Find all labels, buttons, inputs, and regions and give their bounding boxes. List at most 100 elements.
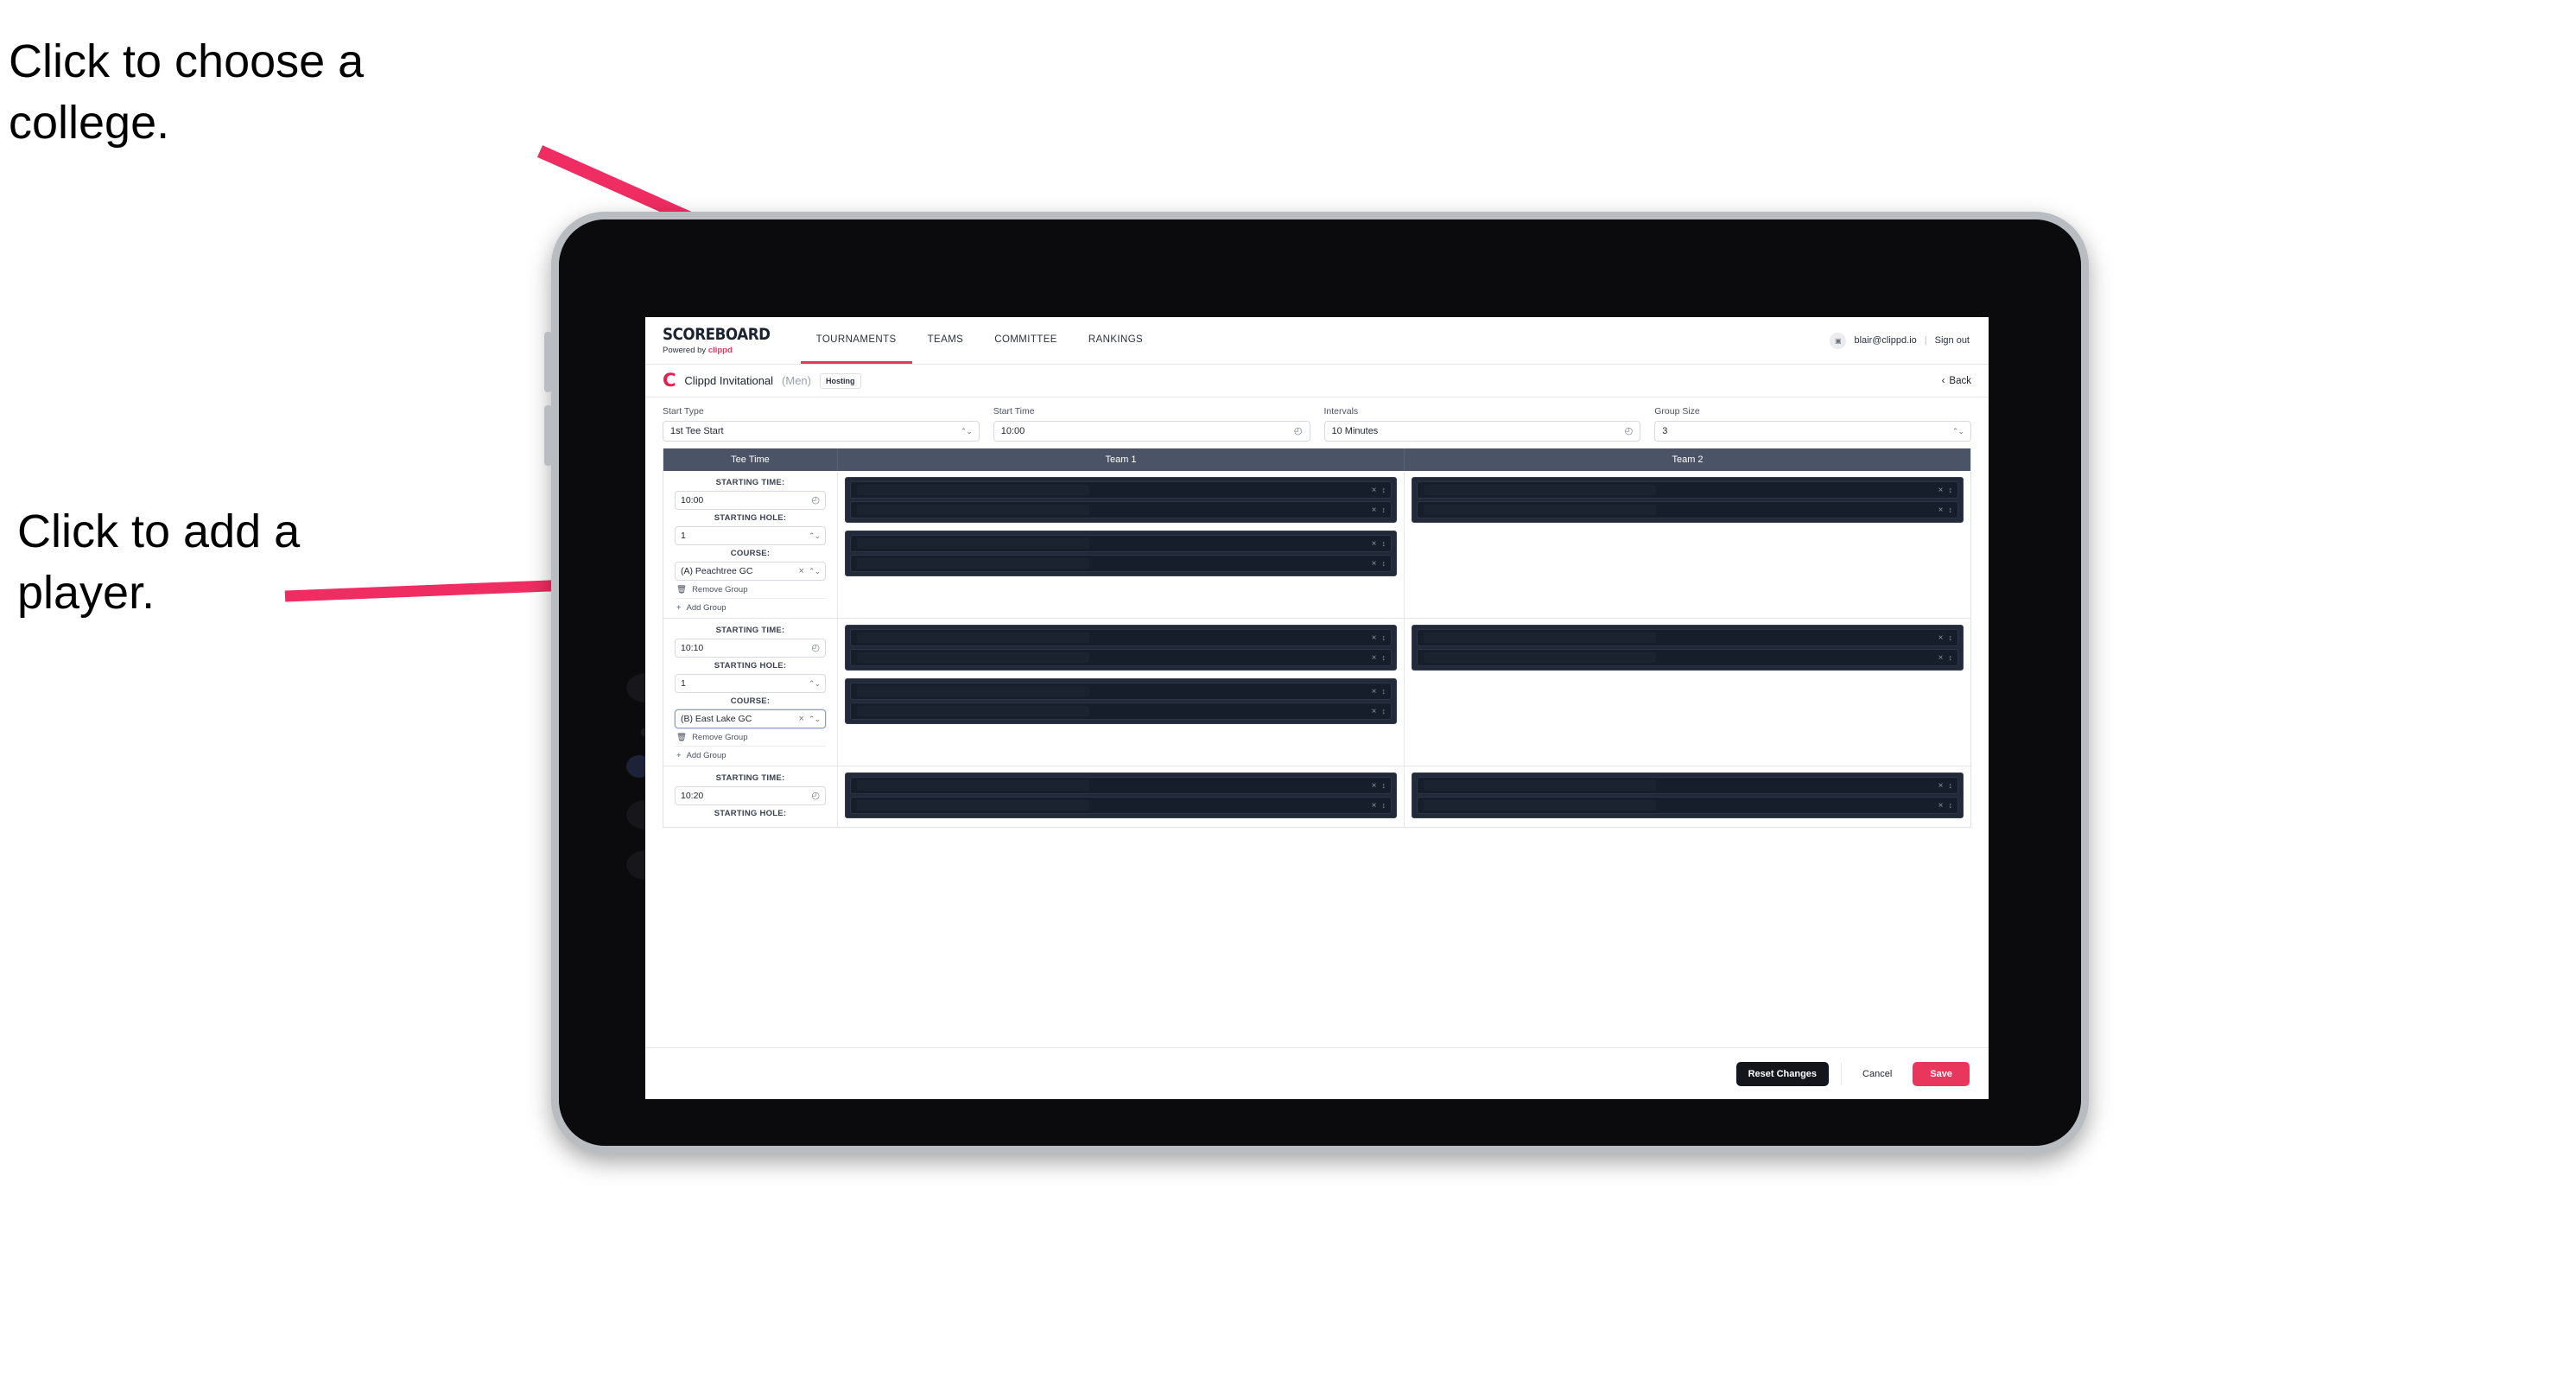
scoreboard-app: SCOREBOARD Powered by clippd TOURNAMENTS… — [645, 317, 1989, 1099]
nav-tab-tournaments[interactable]: TOURNAMENTS — [800, 317, 912, 364]
chevron-updown-icon: ↕ — [1381, 539, 1386, 548]
clock-icon: ◴ — [811, 790, 820, 801]
clear-icon[interactable]: × — [1938, 781, 1944, 791]
clear-icon[interactable]: × — [1938, 505, 1944, 515]
player-slot[interactable]: × ↕ — [850, 703, 1392, 720]
player-slot[interactable]: × ↕ — [1417, 481, 1958, 499]
select-course[interactable]: (B) East Lake GC × ⌃⌄ — [675, 709, 826, 728]
player-slot[interactable]: × ↕ — [1417, 797, 1958, 814]
clear-icon[interactable]: × — [1938, 801, 1944, 811]
input-intervals[interactable]: 10 Minutes ◴ — [1323, 421, 1641, 442]
player-slot[interactable]: × ↕ — [850, 683, 1392, 700]
device-volume-button-down[interactable] — [544, 405, 552, 466]
clear-icon[interactable]: × — [1372, 505, 1377, 515]
clear-icon[interactable]: × — [1372, 653, 1377, 663]
add-group-button[interactable]: + Add Group — [675, 746, 826, 760]
select-course[interactable]: (A) Peachtree GC × ⌃⌄ — [675, 562, 826, 581]
player-group: × ↕ × ↕ — [845, 531, 1397, 576]
player-slot[interactable]: × ↕ — [850, 555, 1392, 572]
chevron-updown-icon: ⌃⌄ — [1951, 426, 1964, 436]
player-slot[interactable]: × ↕ — [1417, 777, 1958, 794]
tablet-screen-bezel: SCOREBOARD Powered by clippd TOURNAMENTS… — [559, 219, 2081, 1146]
annotation-add-player: Click to add a player. — [17, 505, 301, 620]
tournament-name: Clippd Invitational — [684, 374, 774, 387]
player-name-redacted — [857, 538, 1089, 549]
select-group-size[interactable]: 3 ⌃⌄ — [1654, 421, 1971, 442]
clock-icon: ◴ — [1624, 425, 1634, 436]
clear-icon[interactable]: × — [1938, 653, 1944, 663]
table-row: STARTING TIME: 10:00 ◴ STARTING HOLE: 1 … — [663, 471, 1970, 619]
player-slot[interactable]: × ↕ — [1417, 649, 1958, 666]
chevron-updown-icon: ↕ — [1381, 559, 1386, 568]
table-row: STARTING TIME: 10:20 ◴ STARTING HOLE: × ↕… — [663, 766, 1970, 827]
clear-icon[interactable]: × — [1372, 633, 1377, 643]
input-starting-time[interactable]: 10:10 ◴ — [675, 639, 826, 658]
value-starting-time: 10:00 — [681, 495, 704, 505]
avatar[interactable]: ▣ — [1830, 332, 1847, 349]
player-slot[interactable]: × ↕ — [850, 649, 1392, 666]
clear-icon[interactable]: × — [1372, 801, 1377, 811]
input-start-time[interactable]: 10:00 ◴ — [993, 421, 1310, 442]
chevron-updown-icon: ↕ — [1381, 486, 1386, 494]
player-slot[interactable]: × ↕ — [850, 777, 1392, 794]
player-slot[interactable]: × ↕ — [850, 481, 1392, 499]
select-start-type[interactable]: 1st Tee Start ⌃⌄ — [663, 421, 980, 442]
player-slot[interactable]: × ↕ — [1417, 629, 1958, 646]
cancel-button[interactable]: Cancel — [1854, 1062, 1900, 1086]
nav-tab-committee[interactable]: COMMITTEE — [979, 317, 1073, 364]
clear-icon[interactable]: × — [798, 714, 803, 724]
trash-icon: 🗑 — [676, 585, 688, 594]
select-starting-hole[interactable]: 1 ⌃⌄ — [675, 674, 826, 693]
nav-tab-teams[interactable]: TEAMS — [912, 317, 980, 364]
clear-icon[interactable]: × — [1372, 707, 1377, 716]
label-starting-time: STARTING TIME: — [715, 773, 785, 783]
remove-group-button[interactable]: 🗑 Remove Group — [675, 581, 826, 594]
clear-icon[interactable]: × — [1372, 781, 1377, 791]
chevron-updown-icon: ↕ — [1948, 505, 1952, 514]
clear-icon[interactable]: × — [1372, 687, 1377, 696]
chevron-updown-icon: ↕ — [1948, 633, 1952, 642]
player-name-redacted — [857, 558, 1089, 569]
clear-icon[interactable]: × — [1372, 539, 1377, 549]
chevron-updown-icon: ⌃⌄ — [960, 426, 973, 436]
value-course: (A) Peachtree GC — [681, 566, 753, 576]
reset-changes-button[interactable]: Reset Changes — [1735, 1061, 1830, 1086]
nav-tab-rankings[interactable]: RANKINGS — [1073, 317, 1158, 364]
clear-icon[interactable]: × — [1938, 633, 1944, 643]
add-group-label: Add Group — [686, 751, 726, 760]
input-starting-time[interactable]: 10:20 ◴ — [675, 786, 826, 805]
device-volume-button-up[interactable] — [544, 332, 552, 392]
sign-out-link[interactable]: Sign out — [1935, 335, 1970, 346]
tournament-header: C Clippd Invitational (Men) Hosting ‹ Ba… — [645, 365, 1989, 397]
input-starting-time[interactable]: 10:00 ◴ — [675, 491, 826, 510]
chevron-left-icon: ‹ — [1941, 375, 1945, 386]
chevron-updown-icon: ↕ — [1381, 653, 1386, 662]
player-name-redacted — [1424, 652, 1656, 663]
chevron-updown-icon: ↕ — [1948, 781, 1952, 790]
brand-logo[interactable]: SCOREBOARD Powered by clippd — [645, 317, 801, 364]
remove-group-button[interactable]: 🗑 Remove Group — [675, 728, 826, 742]
add-group-button[interactable]: + Add Group — [675, 598, 826, 613]
player-slot[interactable]: × ↕ — [1417, 501, 1958, 518]
player-slot[interactable]: × ↕ — [850, 535, 1392, 552]
account-separator: | — [1924, 335, 1927, 346]
label-group-size: Group Size — [1654, 406, 1700, 416]
chevron-updown-icon: ↕ — [1948, 486, 1952, 494]
clear-icon[interactable]: × — [1372, 486, 1377, 495]
player-slot[interactable]: × ↕ — [850, 629, 1392, 646]
label-start-time: Start Time — [993, 406, 1035, 416]
player-slot[interactable]: × ↕ — [850, 797, 1392, 814]
table-header-row: Tee Time Team 1 Team 2 — [663, 448, 1970, 471]
value-start-type: 1st Tee Start — [670, 426, 724, 436]
back-button[interactable]: ‹ Back — [1942, 376, 1971, 386]
clear-icon[interactable]: × — [1938, 486, 1944, 495]
chevron-updown-icon: ↕ — [1381, 505, 1386, 514]
clear-icon[interactable]: × — [798, 566, 803, 576]
select-starting-hole[interactable]: 1 ⌃⌄ — [675, 526, 826, 545]
field-start-time: Start Time 10:00 ◴ — [993, 406, 1324, 442]
tablet-device: SCOREBOARD Powered by clippd TOURNAMENTS… — [544, 212, 2089, 1154]
player-slot[interactable]: × ↕ — [850, 501, 1392, 518]
save-button[interactable]: Save — [1913, 1061, 1970, 1086]
clear-icon[interactable]: × — [1372, 559, 1377, 569]
label-starting-hole: STARTING HOLE: — [714, 661, 787, 671]
